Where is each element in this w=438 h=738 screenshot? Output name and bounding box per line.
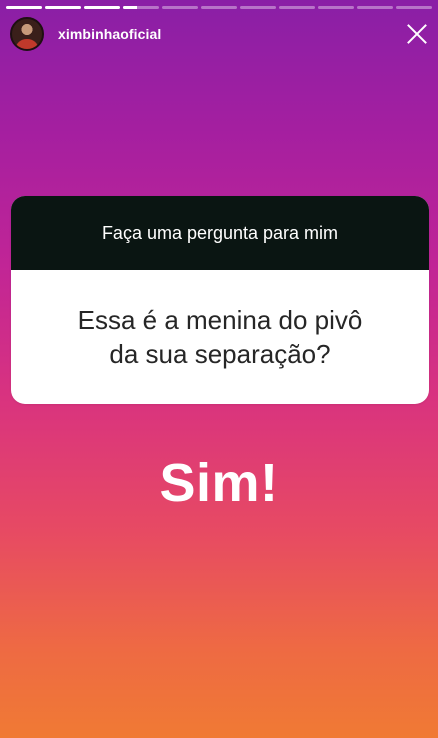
close-icon[interactable] — [406, 23, 428, 45]
story-progress-segment — [357, 6, 393, 9]
question-text: Essa é a menina do pivô da sua separação… — [11, 270, 429, 404]
question-line-2: da sua separação? — [109, 339, 331, 369]
story-progress-segment — [279, 6, 315, 9]
story-progress-fill — [6, 6, 42, 9]
story-progress-fill — [123, 6, 138, 9]
story-progress-segment — [123, 6, 159, 9]
story-progress-bar — [6, 6, 432, 9]
username[interactable]: ximbinhaoficial — [58, 26, 161, 42]
story-progress-segment — [45, 6, 81, 9]
story-progress-fill — [45, 6, 81, 9]
story-progress-segment — [84, 6, 120, 9]
story-progress-segment — [318, 6, 354, 9]
story-progress-segment — [162, 6, 198, 9]
story-progress-fill — [84, 6, 120, 9]
story-view: ximbinhaoficial Faça uma pergunta para m… — [0, 0, 438, 738]
question-prompt: Faça uma pergunta para mim — [11, 196, 429, 270]
question-sticker: Faça uma pergunta para mim Essa é a meni… — [11, 196, 429, 404]
avatar[interactable] — [10, 17, 44, 51]
question-line-1: Essa é a menina do pivô — [77, 305, 363, 335]
story-progress-segment — [6, 6, 42, 9]
story-progress-segment — [240, 6, 276, 9]
story-progress-segment — [201, 6, 237, 9]
answer-text: Sim! — [159, 453, 279, 513]
story-header: ximbinhaoficial — [10, 16, 428, 52]
story-progress-segment — [396, 6, 432, 9]
avatar-figure — [16, 39, 38, 49]
